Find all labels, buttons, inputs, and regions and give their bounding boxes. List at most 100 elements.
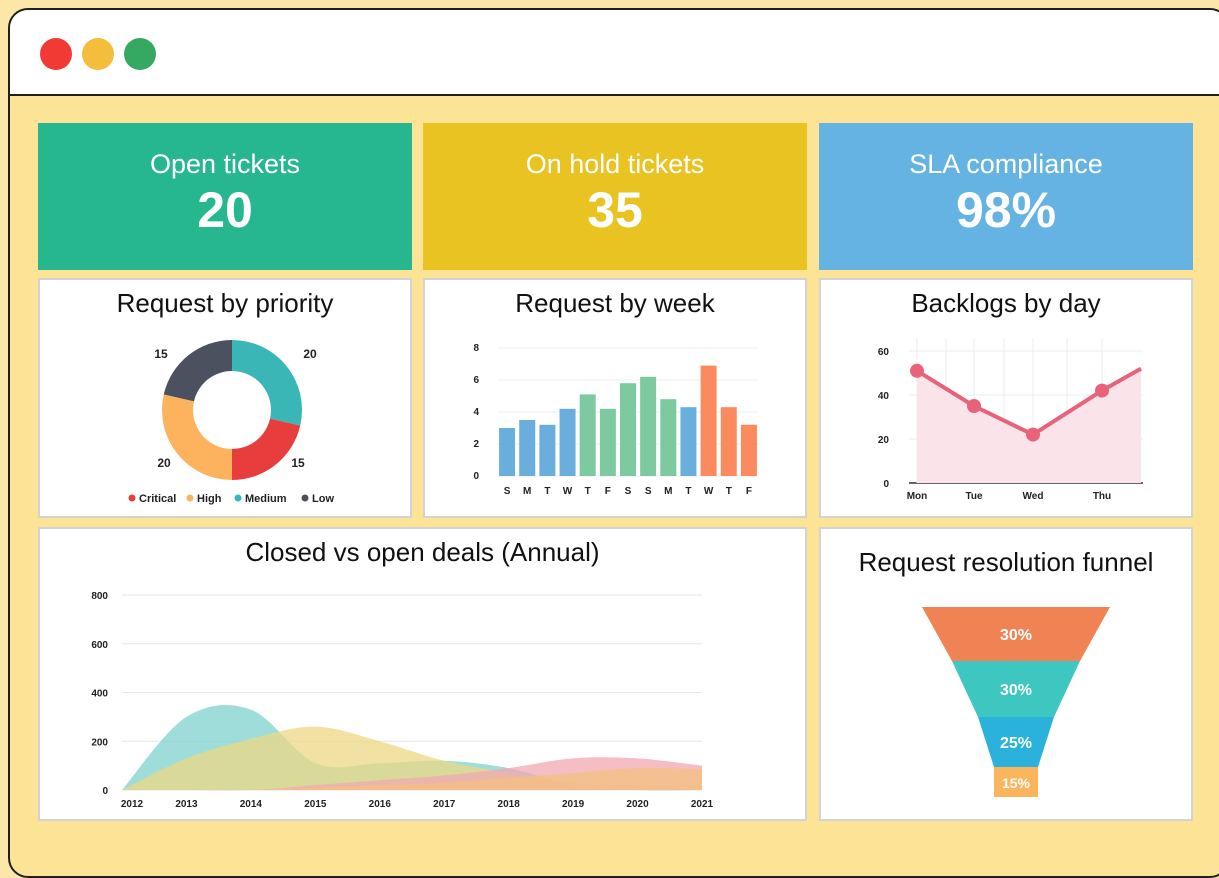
x-tick-label: M bbox=[523, 486, 531, 497]
legend-label: Critical bbox=[139, 493, 176, 505]
x-tick-label: Wed bbox=[1023, 491, 1044, 502]
bar bbox=[700, 365, 717, 476]
bar bbox=[740, 424, 757, 476]
x-tick-label: 2013 bbox=[175, 799, 198, 810]
x-tick-label: 2021 bbox=[691, 799, 714, 810]
y-tick-label: 0 bbox=[473, 471, 479, 482]
y-tick-label: 0 bbox=[883, 479, 889, 490]
bar bbox=[519, 420, 536, 476]
x-tick-label: W bbox=[704, 486, 714, 497]
y-tick-label: 2 bbox=[473, 439, 479, 450]
x-tick-label: S bbox=[645, 486, 652, 497]
x-tick-label: S bbox=[504, 486, 511, 497]
backlogs-line-chart: 0 20 40 60 Mon Tue Wed Thu bbox=[878, 338, 1143, 502]
backlogs-panel: Backlogs by day 0 20 40 60 Mon Tue Wed Thu bbox=[819, 278, 1193, 518]
y-tick-label: 40 bbox=[878, 391, 890, 402]
bar bbox=[620, 383, 636, 476]
legend-dot-icon bbox=[186, 494, 194, 502]
x-tick-label: T bbox=[685, 486, 691, 497]
kpi-sla-compliance: SLA compliance 98% bbox=[819, 123, 1193, 270]
deals-area-chart: 0 200 400 600 800 2012 2013 2014 2015 2016 2017 201… bbox=[91, 591, 714, 810]
donut-slice bbox=[232, 418, 301, 480]
bar bbox=[559, 408, 576, 476]
y-tick-label: 0 bbox=[102, 786, 108, 797]
donut-label: 20 bbox=[157, 456, 171, 470]
funnel-label: 25% bbox=[1000, 735, 1032, 752]
y-tick-label: 600 bbox=[91, 640, 108, 651]
minimize-dot-icon[interactable] bbox=[82, 38, 114, 70]
bar bbox=[720, 407, 737, 476]
bar bbox=[660, 399, 677, 476]
legend-label: Low bbox=[312, 493, 334, 505]
kpi-value: 98% bbox=[955, 182, 1057, 238]
kpi-label: SLA compliance bbox=[909, 149, 1103, 179]
line-point bbox=[967, 399, 981, 413]
line-point bbox=[1026, 427, 1040, 442]
kpi-value: 35 bbox=[587, 182, 643, 238]
y-tick-label: 4 bbox=[473, 407, 479, 418]
weekly-panel: Request by week 02468SMTWTFSSMTWTF bbox=[423, 278, 807, 518]
x-tick-label: 2012 bbox=[121, 799, 144, 810]
y-tick-label: 60 bbox=[878, 347, 890, 358]
funnel-label: 30% bbox=[1000, 682, 1032, 699]
kpi-value: 20 bbox=[197, 182, 253, 238]
funnel-label: 15% bbox=[1002, 775, 1031, 791]
legend-dot-icon bbox=[128, 494, 136, 502]
x-tick-label: S bbox=[625, 486, 632, 497]
donut-label: 15 bbox=[154, 347, 168, 361]
y-tick-label: 400 bbox=[91, 689, 108, 700]
x-tick-label: Thu bbox=[1093, 491, 1111, 502]
x-tick-label: 2016 bbox=[369, 799, 392, 810]
window-titlebar bbox=[10, 10, 1219, 96]
bar bbox=[499, 428, 516, 476]
x-tick-label: 2018 bbox=[498, 799, 521, 810]
maximize-dot-icon[interactable] bbox=[124, 38, 156, 70]
line-point bbox=[1095, 383, 1109, 398]
y-tick-label: 20 bbox=[878, 435, 890, 446]
kpi-label: On hold tickets bbox=[525, 149, 705, 179]
x-tick-label: M bbox=[664, 486, 672, 497]
x-tick-label: T bbox=[544, 486, 550, 497]
donut-slice bbox=[232, 340, 303, 426]
bar bbox=[640, 376, 657, 476]
x-tick-label: W bbox=[563, 486, 573, 497]
kpi-open-tickets: Open tickets 20 bbox=[38, 123, 412, 270]
x-tick-label: F bbox=[746, 486, 752, 497]
y-tick-label: 800 bbox=[91, 591, 108, 602]
legend-label: High bbox=[197, 493, 222, 505]
x-tick-label: T bbox=[726, 486, 732, 497]
x-tick-label: Tue bbox=[965, 491, 982, 502]
close-dot-icon[interactable] bbox=[40, 38, 72, 70]
x-tick-label: 2017 bbox=[433, 799, 456, 810]
weekly-bar-chart: 0 2 4 6 8 S M T W T F S S M T W T F bbox=[473, 343, 759, 497]
x-tick-label: 2019 bbox=[562, 799, 585, 810]
priority-panel: Request by priority 20 15 20 15 Critical High… bbox=[38, 278, 412, 518]
x-tick-label: F bbox=[605, 486, 611, 497]
legend-dot-icon bbox=[301, 494, 309, 502]
x-tick-label: 2014 bbox=[240, 799, 263, 810]
funnel-chart: 30% 30% 25% 15% bbox=[922, 607, 1110, 797]
y-tick-label: 6 bbox=[473, 375, 479, 386]
kpi-label: Open tickets bbox=[149, 149, 301, 179]
y-tick-label: 8 bbox=[473, 343, 479, 354]
deals-panel: Closed vs open deals (Annual) 0 200 400 600… bbox=[38, 527, 807, 821]
bar bbox=[680, 407, 697, 476]
x-tick-label: Mon bbox=[907, 491, 928, 502]
bar bbox=[539, 424, 556, 476]
x-tick-label: T bbox=[585, 486, 591, 497]
donut-slice bbox=[162, 394, 232, 480]
legend-label: Medium bbox=[245, 493, 287, 505]
funnel-label: 30% bbox=[1000, 627, 1032, 644]
funnel-panel: Request resolution funnel 30% 30% 25% 15% bbox=[819, 527, 1193, 821]
kpi-on-hold-tickets: On hold tickets 35 bbox=[423, 123, 807, 270]
donut-slice bbox=[163, 340, 232, 402]
y-tick-label: 200 bbox=[91, 737, 108, 748]
bar bbox=[579, 394, 596, 476]
bar bbox=[599, 408, 616, 476]
donut-label: 15 bbox=[291, 456, 305, 470]
x-tick-label: 2015 bbox=[304, 799, 327, 810]
legend-dot-icon bbox=[234, 494, 242, 502]
priority-donut-chart: 20 15 20 15 Critical High Medium Low bbox=[128, 340, 334, 505]
donut-label: 20 bbox=[303, 347, 317, 361]
line-point bbox=[910, 363, 924, 378]
